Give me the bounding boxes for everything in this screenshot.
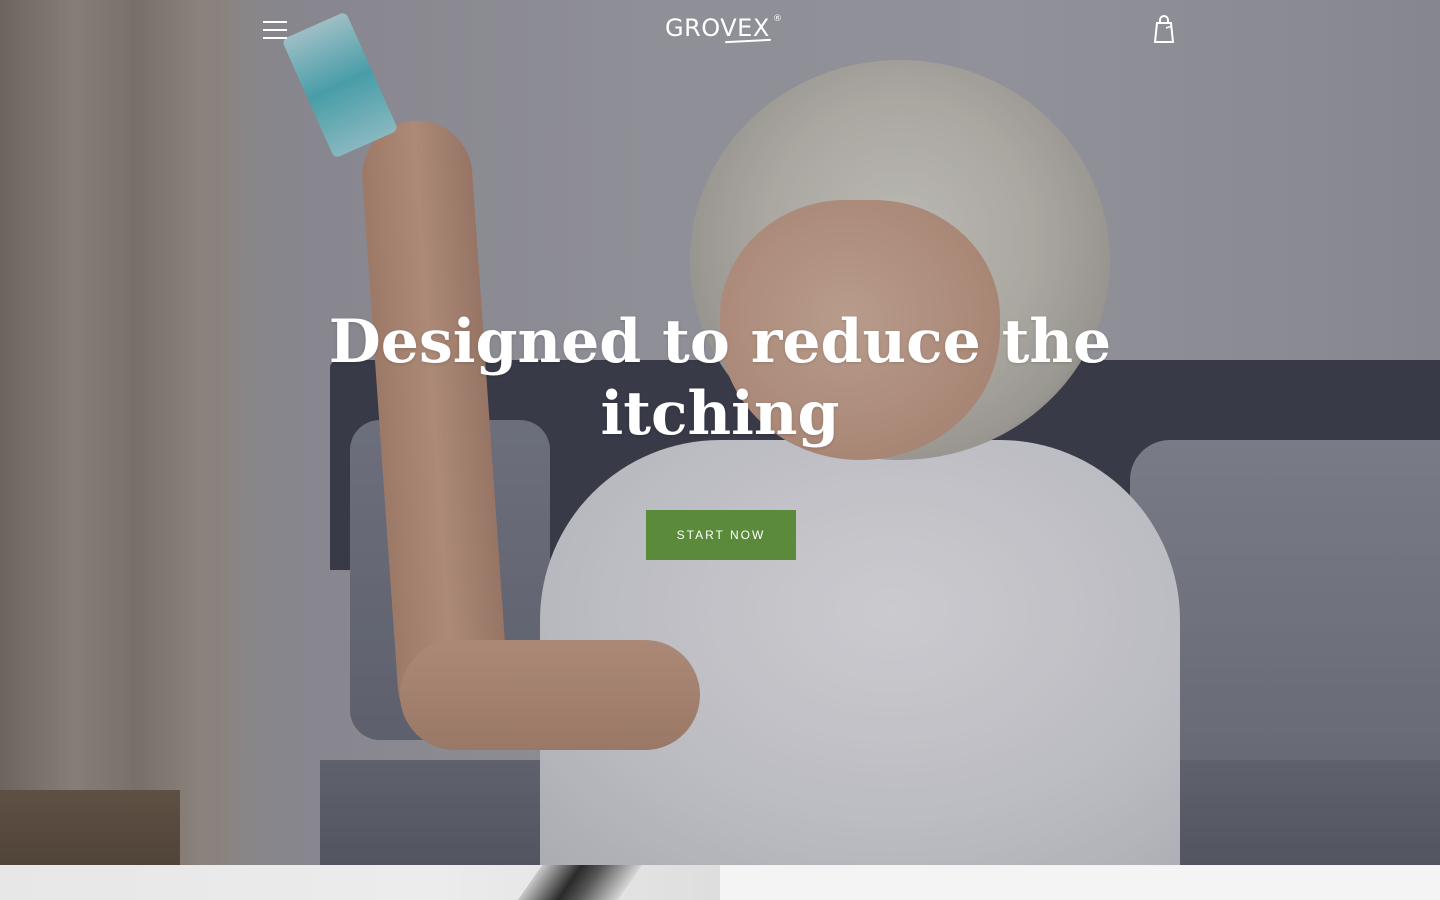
next-section-image-left (0, 865, 720, 900)
shopping-bag-icon[interactable] (1150, 14, 1178, 44)
hamburger-menu-icon[interactable] (258, 16, 292, 44)
shopping-bag-icon-svg (1153, 15, 1175, 43)
site-logo[interactable]: GROVEX ® (665, 14, 785, 46)
menu-line (263, 37, 287, 39)
next-section-product-edge (517, 865, 643, 900)
hero-title: Designed to reduce the itching (328, 307, 1112, 449)
site-header: GROVEX ® (0, 0, 1440, 60)
menu-line (263, 21, 287, 23)
next-section-panel-right (720, 865, 1440, 900)
logo-text: GROVEX (665, 14, 770, 42)
start-now-button[interactable]: START NOW (646, 510, 796, 560)
registered-mark: ® (773, 14, 783, 24)
menu-line (263, 29, 287, 31)
